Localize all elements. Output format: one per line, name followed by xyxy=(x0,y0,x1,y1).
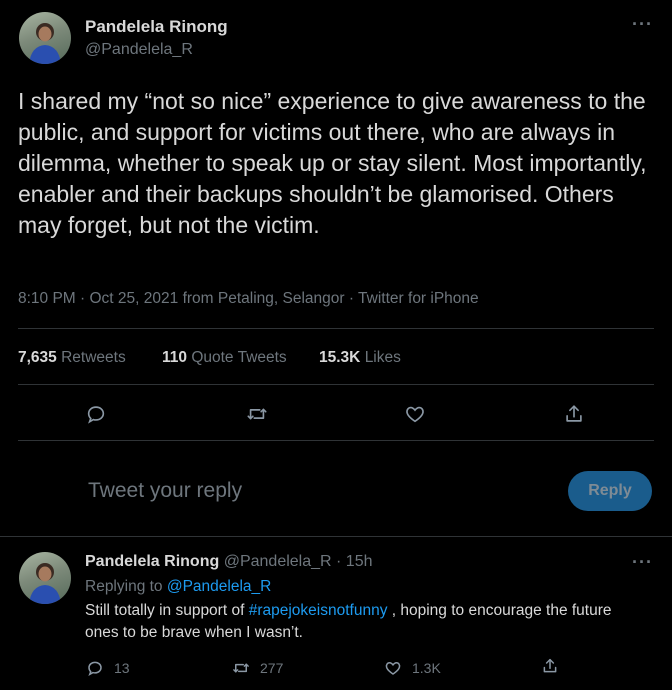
reply-author-avatar[interactable] xyxy=(19,552,71,604)
reply-icon xyxy=(87,406,105,424)
like-count: 1.3K xyxy=(412,660,441,676)
quotes-label: Quote Tweets xyxy=(191,349,287,366)
tweet-location[interactable]: from Petaling, Selangor xyxy=(178,290,345,307)
tweet-text: I shared my “not so nice” experience to … xyxy=(18,88,647,238)
author-handle[interactable]: @Pandelela_R xyxy=(85,41,193,59)
stat-quote-tweets[interactable]: 110 Quote Tweets xyxy=(162,349,287,367)
reply-input[interactable] xyxy=(86,478,510,504)
reply-time[interactable]: 15h xyxy=(346,553,373,570)
reply-author-handle[interactable]: @Pandelela_R xyxy=(224,553,332,570)
likes-label: Likes xyxy=(364,349,401,366)
reply-dot: · xyxy=(331,553,346,570)
like-icon xyxy=(406,406,424,423)
share-icon xyxy=(543,658,557,673)
share-button[interactable] xyxy=(556,396,592,432)
replying-to-label: Replying to xyxy=(85,578,167,595)
reply-button[interactable] xyxy=(78,396,114,432)
reply-author-name[interactable]: Pandelela Rinong xyxy=(85,553,219,570)
more-options-button[interactable]: ··· xyxy=(632,14,653,35)
retweet-icon xyxy=(247,408,267,420)
tweet-time[interactable]: 8:10 PM · Oct 25, 2021 xyxy=(18,290,178,307)
reply-header: Pandelela Rinong @Pandelela_R · 15h xyxy=(85,553,373,571)
tweet-meta: 8:10 PM · Oct 25, 2021 from Petaling, Se… xyxy=(18,290,479,308)
divider xyxy=(18,440,654,441)
reply-retweet-button[interactable]: 277 xyxy=(232,659,283,677)
retweet-count: 277 xyxy=(260,660,284,676)
reply-reply-button[interactable]: 13 xyxy=(86,659,130,677)
tweet-source[interactable]: · Twitter for iPhone xyxy=(345,290,479,307)
replying-to: Replying to @Pandelela_R xyxy=(85,578,271,596)
like-icon xyxy=(385,661,401,675)
stat-retweets[interactable]: 7,635 Retweets xyxy=(18,349,126,367)
hashtag-link[interactable]: #rapejokeisnotfunny xyxy=(249,602,388,619)
divider xyxy=(18,328,654,329)
retweet-icon xyxy=(233,663,249,673)
stat-likes[interactable]: 15.3K Likes xyxy=(319,349,401,367)
share-icon xyxy=(566,405,582,422)
like-button[interactable] xyxy=(397,396,433,432)
author-avatar[interactable] xyxy=(19,12,71,64)
reply-count: 13 xyxy=(114,660,130,676)
retweet-button[interactable] xyxy=(239,396,275,432)
divider xyxy=(0,536,672,537)
reply-like-button[interactable]: 1.3K xyxy=(384,659,441,677)
reply-more-options-button[interactable]: ··· xyxy=(632,552,653,573)
reply-text: Still totally in support of #rapejokeisn… xyxy=(85,600,645,644)
reply-text-before: Still totally in support of xyxy=(85,602,249,619)
reply-share-button[interactable] xyxy=(541,657,559,675)
reply-icon xyxy=(88,661,102,677)
reply-submit-button[interactable]: Reply xyxy=(568,471,652,511)
replying-to-handle[interactable]: @Pandelela_R xyxy=(167,578,272,595)
divider xyxy=(18,384,654,385)
retweets-count: 7,635 xyxy=(18,349,57,366)
retweets-label: Retweets xyxy=(61,349,126,366)
author-name[interactable]: Pandelela Rinong xyxy=(85,17,228,37)
quotes-count: 110 xyxy=(162,349,188,366)
likes-count: 15.3K xyxy=(319,349,361,366)
